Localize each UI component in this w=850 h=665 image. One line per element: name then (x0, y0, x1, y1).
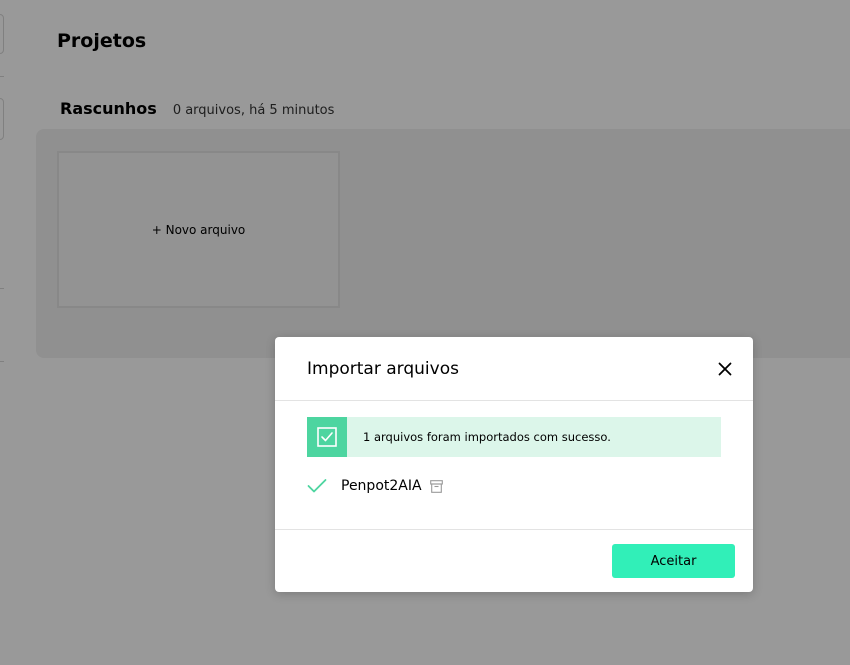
archive-icon (429, 479, 444, 493)
modal-title: Importar arquivos (307, 358, 459, 379)
file-row: Penpot2AIA (307, 475, 721, 497)
close-icon (718, 362, 732, 375)
checkbox-check-icon (317, 427, 337, 447)
accept-button[interactable]: Aceitar (612, 544, 735, 578)
banner-text: 1 arquivos foram importados com sucesso. (363, 430, 611, 444)
banner-icon-container (307, 417, 347, 457)
success-banner: 1 arquivos foram importados com sucesso. (307, 417, 721, 457)
close-button[interactable] (713, 357, 737, 381)
modal-body: 1 arquivos foram importados com sucesso.… (275, 401, 753, 529)
file-name: Penpot2AIA (341, 478, 422, 494)
modal-header: Importar arquivos (275, 337, 753, 401)
check-icon (307, 475, 329, 497)
import-files-modal: Importar arquivos 1 arquivos foram impor… (275, 337, 753, 592)
modal-footer: Aceitar (275, 529, 753, 592)
